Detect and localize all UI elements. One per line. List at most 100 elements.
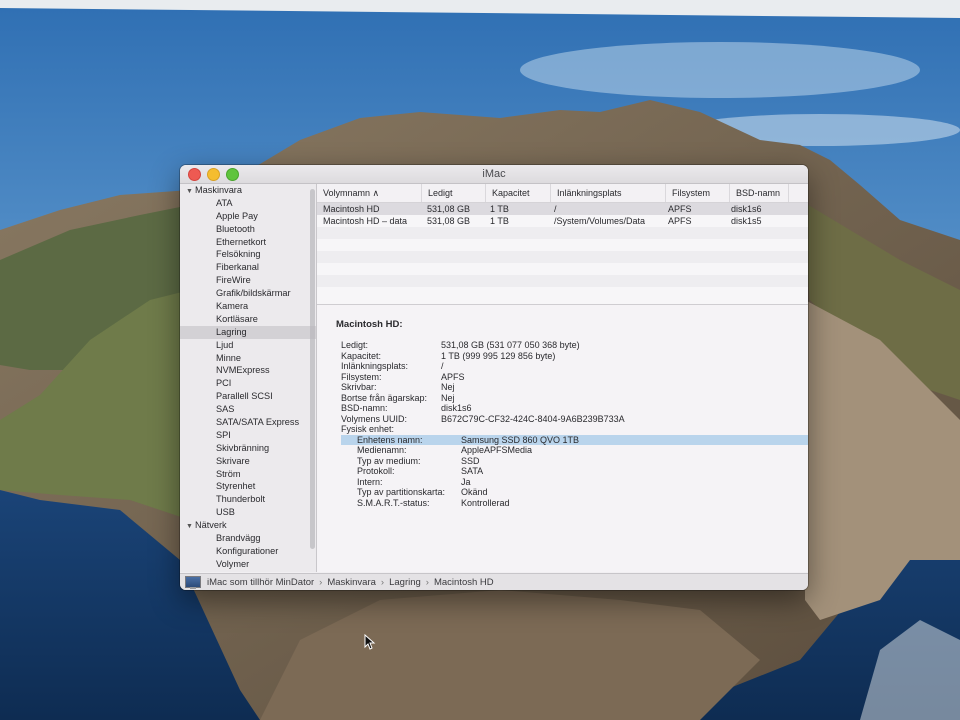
sidebar-scrollbar[interactable] bbox=[310, 189, 315, 549]
imac-icon bbox=[185, 576, 201, 589]
field-value: 1 TB (999 995 129 856 byte) bbox=[441, 350, 556, 361]
close-button[interactable] bbox=[188, 168, 201, 181]
sidebar-item[interactable]: Ström bbox=[180, 468, 316, 481]
table-row-empty bbox=[317, 287, 808, 299]
sidebar-item[interactable]: Brandvägg bbox=[180, 532, 316, 545]
detail-field: Ledigt: 531,08 GB (531 077 050 368 byte) bbox=[341, 340, 808, 351]
sidebar-item[interactable]: SATA/SATA Express bbox=[180, 416, 316, 429]
title-bar[interactable]: iMac bbox=[180, 165, 808, 184]
breadcrumb-item[interactable]: Macintosh HD bbox=[434, 577, 494, 588]
sidebar-item[interactable]: Apple Pay bbox=[180, 210, 316, 223]
field-label: Intern: bbox=[357, 476, 383, 487]
disclosure-triangle-icon[interactable]: ▼ bbox=[186, 521, 195, 534]
sidebar-item[interactable]: Parallell SCSI bbox=[180, 390, 316, 403]
window-title: iMac bbox=[482, 168, 506, 180]
table-row[interactable]: Macintosh HD 531,08 GB 1 TB / APFS disk1s6 bbox=[317, 203, 808, 215]
field-value: Kontrollerad bbox=[461, 497, 510, 508]
field-label: S.M.A.R.T.-status: bbox=[357, 497, 430, 508]
sidebar-item[interactable]: Thunderbolt bbox=[180, 493, 316, 506]
table-cell: / bbox=[554, 204, 557, 214]
detail-field: Skrivbar: Nej bbox=[341, 382, 808, 393]
disclosure-triangle-icon[interactable]: ▼ bbox=[186, 186, 195, 199]
column-header[interactable]: Inlänkningsplats bbox=[551, 184, 666, 202]
table-cell: 531,08 GB bbox=[427, 204, 471, 214]
breadcrumb-item[interactable]: iMac som tillhör MinDator bbox=[207, 577, 314, 588]
sidebar-item[interactable]: Fiberkanal bbox=[180, 261, 316, 274]
physical-device-field: Typ av medium: SSD bbox=[341, 456, 808, 467]
sidebar-item[interactable]: Kamera bbox=[180, 300, 316, 313]
field-value: Nej bbox=[441, 392, 455, 403]
table-body: Macintosh HD 531,08 GB 1 TB / APFS disk1s6 Mac… bbox=[317, 203, 808, 227]
field-label: Inlänkningsplats: bbox=[341, 361, 409, 371]
physical-device-field: Typ av partitionskarta: Okänd bbox=[341, 487, 808, 498]
table-cell: 1 TB bbox=[490, 216, 509, 226]
field-value: Nej bbox=[441, 382, 455, 392]
sidebar-item[interactable]: Volymer bbox=[180, 558, 316, 571]
table-row-empty bbox=[317, 263, 808, 275]
sidebar-item[interactable]: PCI bbox=[180, 377, 316, 390]
field-label: Typ av partitionskarta: bbox=[357, 487, 446, 497]
physical-device-field: Intern: Ja bbox=[341, 477, 808, 488]
volume-table: Volymnamn ∧ Ledigt Kapacitet Inlänkningspla… bbox=[317, 184, 808, 305]
sidebar-group-label: Maskinvara bbox=[195, 185, 242, 195]
field-label: Skrivbar: bbox=[341, 382, 377, 392]
breadcrumb-item[interactable]: Maskinvara bbox=[327, 577, 376, 588]
sidebar-item[interactable]: Felsökning bbox=[180, 248, 316, 261]
column-header[interactable]: Ledigt bbox=[422, 184, 486, 202]
physical-device-field: S.M.A.R.T.-status: Kontrollerad bbox=[341, 498, 808, 509]
sidebar-item[interactable]: Grafik/bildskärmar bbox=[180, 287, 316, 300]
sidebar-item[interactable]: NVMExpress bbox=[180, 364, 316, 377]
field-value: disk1s6 bbox=[441, 403, 472, 413]
column-header[interactable]: Filsystem bbox=[666, 184, 730, 202]
chevron-right-icon: › bbox=[425, 576, 429, 588]
column-header[interactable]: Volymnamn ∧ bbox=[317, 184, 422, 202]
field-value: Samsung SSD 860 QVO 1TB bbox=[461, 434, 580, 445]
sidebar-item[interactable]: SPI bbox=[180, 429, 316, 442]
zoom-button[interactable] bbox=[226, 168, 239, 181]
sidebar-item[interactable]: Minne bbox=[180, 352, 316, 365]
sidebar-item[interactable]: SAS bbox=[180, 403, 316, 416]
column-header[interactable]: Kapacitet bbox=[486, 184, 551, 202]
field-label: Volymens UUID: bbox=[341, 413, 408, 424]
table-row[interactable]: Macintosh HD – data 531,08 GB 1 TB/System/… bbox=[317, 215, 808, 227]
field-label: Protokoll: bbox=[357, 466, 395, 476]
sidebar-item[interactable]: Skrivare bbox=[180, 455, 316, 468]
chevron-right-icon: › bbox=[380, 576, 385, 588]
sidebar-item[interactable]: Lagring bbox=[180, 325, 316, 339]
minimize-button[interactable] bbox=[207, 168, 220, 181]
table-row-empty bbox=[317, 275, 808, 287]
breadcrumb-item[interactable]: Lagring bbox=[389, 577, 421, 588]
sidebar-item[interactable]: Konfigurationer bbox=[180, 545, 316, 558]
field-label: Bortse från ägarskap: bbox=[341, 392, 428, 403]
sidebar-group[interactable]: ▼ Nätverk bbox=[180, 519, 316, 532]
sidebar-group[interactable]: ▼ Maskinvara bbox=[180, 184, 316, 197]
sidebar-item[interactable]: Bluetooth bbox=[180, 223, 316, 236]
physical-device-field: Protokoll: SATA bbox=[341, 466, 808, 477]
sidebar-item[interactable]: Ljud bbox=[180, 339, 316, 352]
sidebar-item[interactable]: Styrenhet bbox=[180, 480, 316, 493]
sidebar-item[interactable]: FireWire bbox=[180, 274, 316, 287]
physical-device-field[interactable]: Enhetens namn: Samsung SSD 860 QVO 1TB bbox=[341, 434, 808, 445]
field-value: Ja bbox=[461, 476, 471, 487]
detail-field: Filsystem: APFS bbox=[341, 372, 808, 383]
table-cell: Macintosh HD – data bbox=[323, 216, 408, 226]
sidebar: ▼ Maskinvara ATA Apple Pay Bluetooth Ethernet… bbox=[180, 184, 317, 572]
window-controls bbox=[188, 168, 239, 181]
sidebar-item[interactable]: USB bbox=[180, 506, 316, 519]
table-cell: APFS bbox=[668, 216, 692, 226]
detail-field: Fysisk enhet: bbox=[341, 424, 808, 435]
sidebar-item[interactable]: Kortläsare bbox=[180, 313, 316, 326]
detail-fields: Ledigt: 531,08 GB (531 077 050 368 byte) K… bbox=[341, 340, 808, 508]
system-information-window: iMac ▼ Maskinvara ATA Apple Pay Bluetooth Eth… bbox=[180, 165, 808, 590]
chevron-right-icon: › bbox=[319, 576, 323, 588]
detail-field: BSD-namn: disk1s6 bbox=[341, 403, 808, 414]
sidebar-group-label: Nätverk bbox=[195, 520, 227, 531]
detail-field: Bortse från ägarskap: Nej bbox=[341, 393, 808, 404]
sidebar-item[interactable]: Skivbränning bbox=[180, 442, 316, 455]
field-value: AppleAPFSMedia bbox=[461, 445, 533, 455]
column-header[interactable]: BSD-namn bbox=[730, 184, 789, 202]
sidebar-item[interactable]: ATA bbox=[180, 197, 316, 210]
detail-pane: Macintosh HD: Ledigt: 531,08 GB (531 077 … bbox=[317, 305, 808, 572]
sidebar-item[interactable]: Ethernetkort bbox=[180, 236, 316, 249]
field-value: APFS bbox=[441, 371, 465, 382]
